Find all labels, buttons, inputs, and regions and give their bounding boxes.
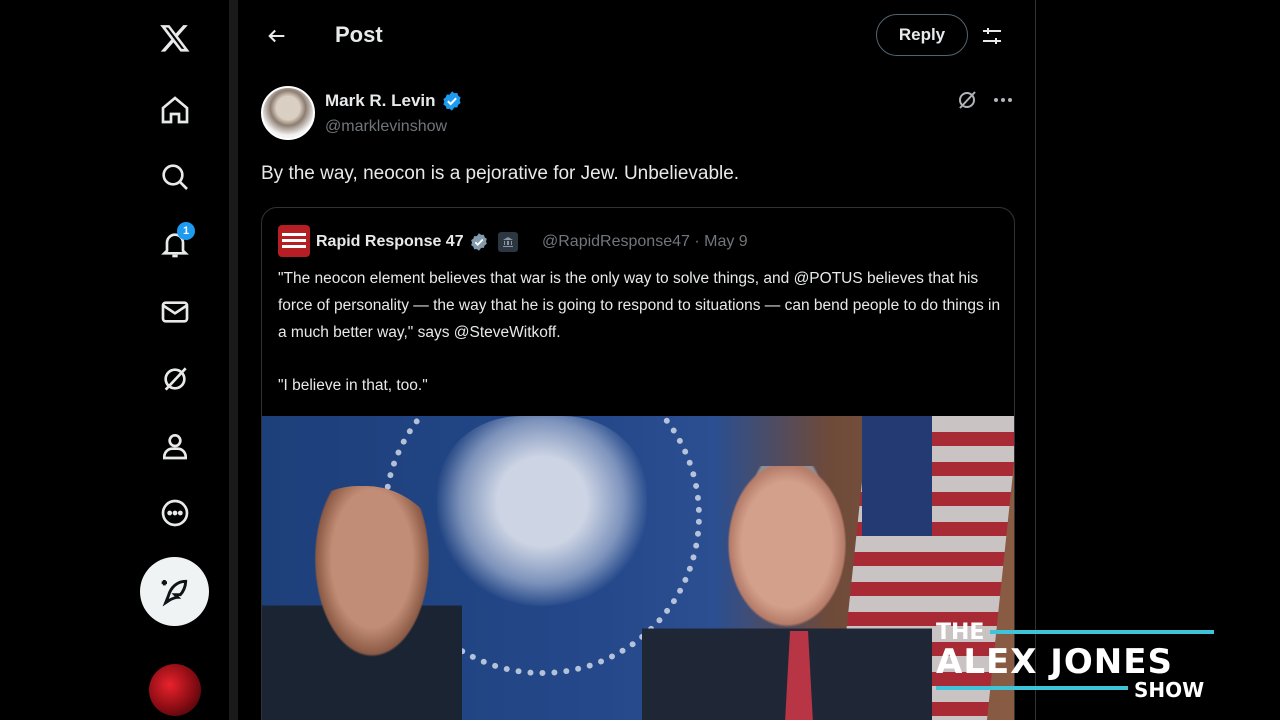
x-logo-icon[interactable] [140, 14, 210, 62]
profile-icon[interactable] [140, 422, 210, 470]
author-avatar[interactable] [261, 86, 315, 140]
logo-line-2: ALEX JONES [936, 642, 1173, 682]
author-handle[interactable]: @marklevinshow [325, 118, 447, 136]
logo-bar-top [990, 630, 1214, 634]
quoted-author-name: Rapid Response 47 [316, 233, 464, 250]
meta-separator: · [694, 233, 705, 250]
quoted-paragraph-1: "The neocon element believes that war is… [278, 270, 1001, 341]
quoted-video-media[interactable] [262, 416, 1014, 720]
compose-post-button[interactable] [140, 557, 209, 626]
quoted-text: "The neocon element believes that war is… [278, 265, 1004, 425]
scrollbar[interactable] [229, 0, 238, 720]
back-button[interactable] [259, 18, 295, 54]
quoted-date: May 9 [704, 233, 748, 250]
account-avatar[interactable] [149, 664, 201, 716]
show-logo-watermark: THE ALEX JONES SHOW [930, 620, 1220, 702]
logo-bar-bottom [936, 686, 1128, 690]
grok-icon[interactable] [140, 355, 210, 403]
quoted-author-name-row: Rapid Response 47 [316, 232, 518, 252]
presidential-seal-eagle [437, 416, 647, 606]
notifications-badge: 1 [177, 222, 195, 240]
quoted-author-avatar[interactable] [278, 225, 310, 257]
post-text: By the way, neocon is a pejorative for J… [261, 163, 740, 184]
filter-settings-icon[interactable] [976, 20, 1008, 52]
author-name[interactable]: Mark R. Levin [325, 91, 436, 111]
speaker-figure [642, 466, 932, 720]
home-icon[interactable] [140, 86, 210, 134]
quoted-paragraph-2: "I believe in that, too." [278, 377, 428, 394]
reply-button[interactable]: Reply [876, 14, 968, 56]
logo-line-3: SHOW [1134, 678, 1205, 702]
left-nav: 1 [140, 0, 210, 720]
messages-icon[interactable] [140, 288, 210, 336]
quill-icon [161, 579, 187, 607]
author-name-row[interactable]: Mark R. Levin [325, 90, 463, 112]
quoted-post[interactable]: Rapid Response 47 @RapidResponse47 · May… [261, 207, 1015, 720]
government-affiliation-icon [497, 232, 518, 252]
quoted-meta: @RapidResponse47 · May 9 [542, 233, 748, 251]
column-divider [1035, 0, 1036, 720]
verified-badge-icon [441, 90, 463, 112]
more-options-icon[interactable] [140, 489, 210, 537]
search-icon[interactable] [140, 153, 210, 201]
interviewer-figure [262, 486, 462, 720]
page-title: Post [335, 22, 383, 47]
arrow-left-icon [268, 29, 285, 43]
notifications-icon[interactable]: 1 [140, 220, 210, 268]
post-header: Post Reply [239, 0, 1035, 72]
grok-explain-icon[interactable] [955, 88, 979, 112]
quoted-author-handle: @RapidResponse47 [542, 233, 690, 250]
gray-verified-badge-icon [469, 232, 489, 252]
post-more-icon[interactable] [990, 88, 1016, 112]
